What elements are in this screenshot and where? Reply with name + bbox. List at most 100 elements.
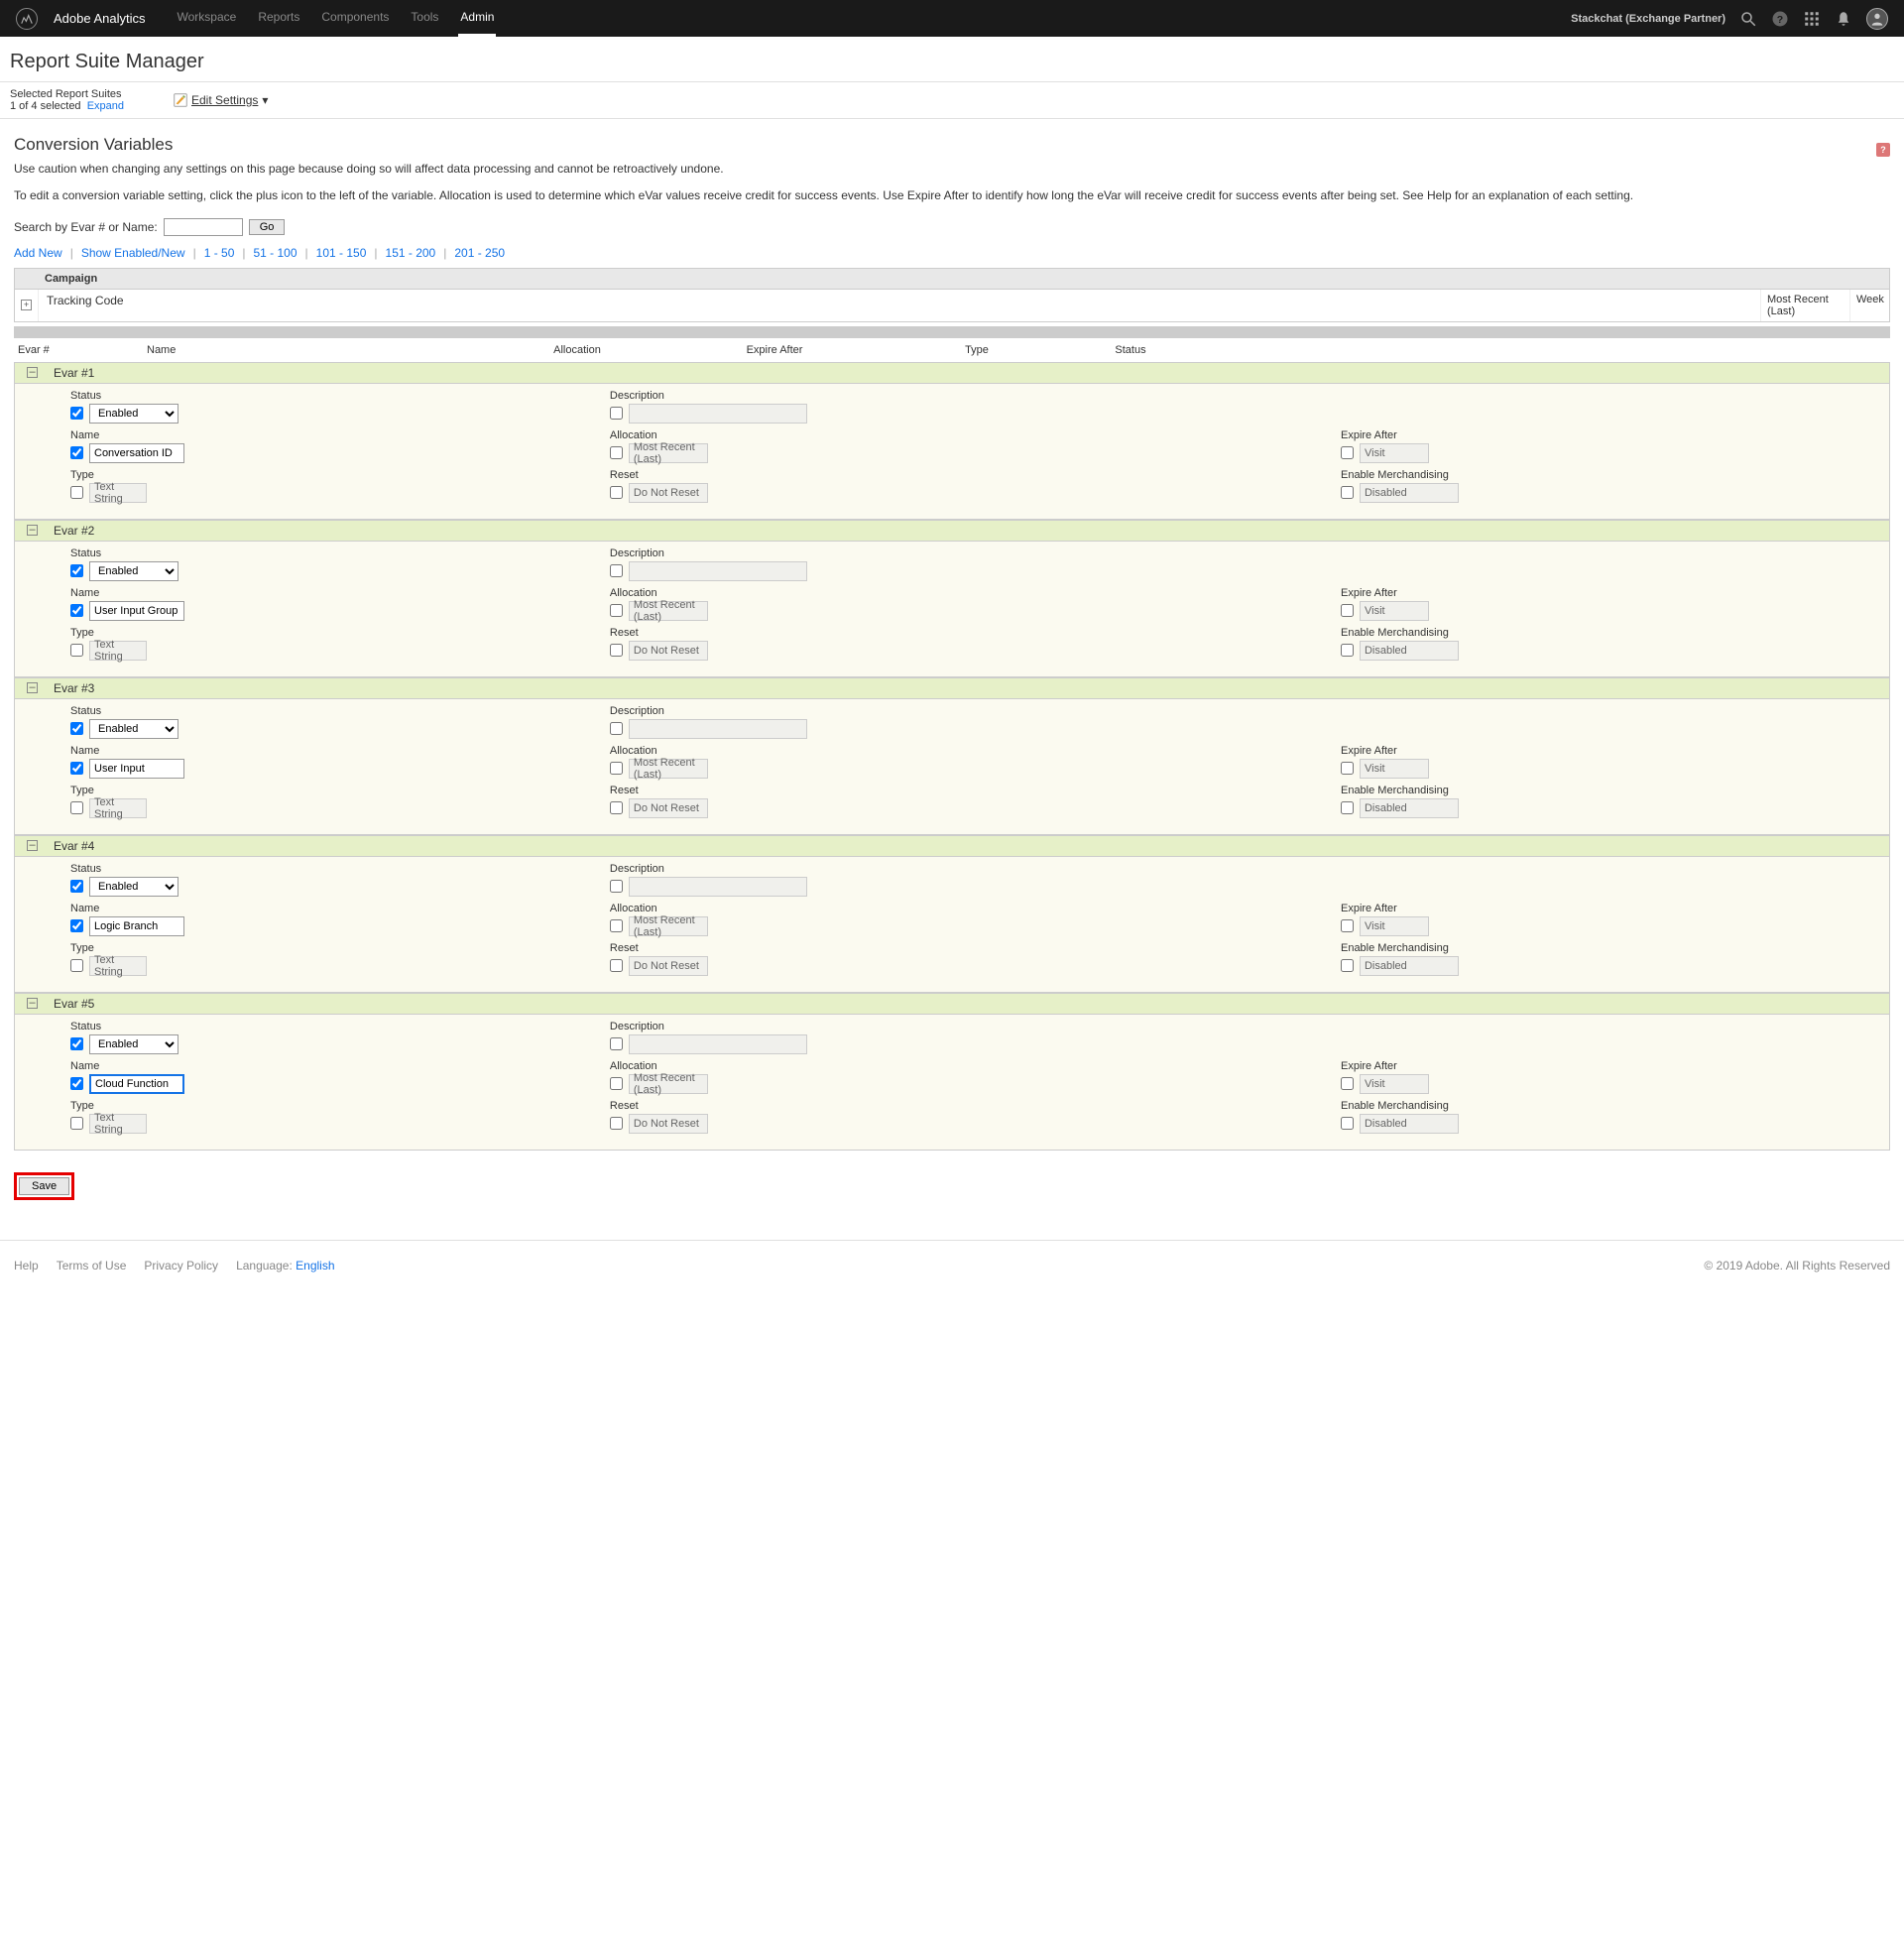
footer-terms[interactable]: Terms of Use: [57, 1259, 127, 1273]
expire-after-checkbox[interactable]: [1341, 762, 1354, 775]
expire-after-value: Visit: [1360, 759, 1429, 779]
type-checkbox[interactable]: [70, 486, 83, 499]
link-add-new[interactable]: Add New: [14, 246, 62, 260]
allocation-value: Most Recent (Last): [629, 1074, 708, 1094]
enable-merch-checkbox[interactable]: [1341, 801, 1354, 814]
type-checkbox[interactable]: [70, 801, 83, 814]
description-checkbox[interactable]: [610, 880, 623, 893]
help-icon[interactable]: ?: [1771, 10, 1789, 28]
status-select[interactable]: Enabled: [89, 719, 178, 739]
name-input[interactable]: [89, 916, 184, 936]
top-nav: Adobe Analytics Workspace Reports Compon…: [0, 0, 1904, 37]
col-allocation: Allocation: [478, 344, 676, 356]
nav-item-workspace[interactable]: Workspace: [176, 0, 239, 37]
type-checkbox[interactable]: [70, 959, 83, 972]
collapse-minus-icon[interactable]: –: [27, 367, 38, 378]
name-input[interactable]: [89, 759, 184, 779]
link-151-200[interactable]: 151 - 200: [386, 246, 436, 260]
user-avatar-icon[interactable]: [1866, 8, 1888, 30]
enable-merch-checkbox[interactable]: [1341, 1117, 1354, 1130]
name-checkbox[interactable]: [70, 604, 83, 617]
name-checkbox[interactable]: [70, 919, 83, 932]
enable-merch-checkbox[interactable]: [1341, 959, 1354, 972]
enable-merch-checkbox[interactable]: [1341, 486, 1354, 499]
chevron-down-icon: ▾: [262, 93, 268, 107]
allocation-checkbox[interactable]: [610, 762, 623, 775]
name-checkbox[interactable]: [70, 446, 83, 459]
edit-settings-dropdown[interactable]: Edit Settings ▾: [174, 93, 268, 107]
campaign-week-cell: Week: [1849, 290, 1889, 321]
apps-grid-icon[interactable]: [1803, 10, 1821, 28]
enable-merch-checkbox[interactable]: [1341, 644, 1354, 657]
collapse-minus-icon[interactable]: –: [27, 525, 38, 536]
allocation-checkbox[interactable]: [610, 604, 623, 617]
name-input[interactable]: [89, 601, 184, 621]
search-icon[interactable]: [1739, 10, 1757, 28]
type-checkbox[interactable]: [70, 644, 83, 657]
description-checkbox[interactable]: [610, 722, 623, 735]
go-button[interactable]: Go: [249, 219, 286, 235]
name-checkbox[interactable]: [70, 1077, 83, 1090]
type-checkbox[interactable]: [70, 1117, 83, 1130]
campaign-header: Campaign: [15, 269, 1889, 290]
status-checkbox[interactable]: [70, 880, 83, 893]
evar-col-mid: Description Allocation Most Recent (Last…: [596, 705, 1327, 824]
name-input[interactable]: [89, 1074, 184, 1094]
link-show-enabled[interactable]: Show Enabled/New: [81, 246, 185, 260]
nav-item-reports[interactable]: Reports: [256, 0, 301, 37]
name-input[interactable]: [89, 443, 184, 463]
evar-block: – Evar #4 Status Enabled Name: [14, 835, 1890, 993]
name-label: Name: [70, 1060, 582, 1072]
status-checkbox[interactable]: [70, 722, 83, 735]
expire-after-checkbox[interactable]: [1341, 446, 1354, 459]
footer-help[interactable]: Help: [14, 1259, 39, 1273]
nav-item-tools[interactable]: Tools: [409, 0, 440, 37]
nav-item-admin[interactable]: Admin: [458, 0, 496, 37]
reset-checkbox[interactable]: [610, 486, 623, 499]
help-small-icon[interactable]: ?: [1876, 143, 1890, 157]
footer-language-value[interactable]: English: [296, 1259, 334, 1273]
allocation-checkbox[interactable]: [610, 1077, 623, 1090]
search-input[interactable]: [164, 218, 243, 236]
status-select[interactable]: Enabled: [89, 404, 178, 424]
reset-checkbox[interactable]: [610, 644, 623, 657]
allocation-checkbox[interactable]: [610, 919, 623, 932]
expand-plus-icon[interactable]: +: [21, 300, 32, 310]
link-101-150[interactable]: 101 - 150: [316, 246, 367, 260]
save-button[interactable]: Save: [19, 1177, 69, 1195]
description-checkbox[interactable]: [610, 564, 623, 577]
status-select[interactable]: Enabled: [89, 877, 178, 897]
status-checkbox[interactable]: [70, 407, 83, 420]
reset-checkbox[interactable]: [610, 1117, 623, 1130]
expire-after-checkbox[interactable]: [1341, 1077, 1354, 1090]
description-value: [629, 719, 807, 739]
description-checkbox[interactable]: [610, 407, 623, 420]
section-title: Conversion Variables: [14, 135, 1890, 155]
nav-item-components[interactable]: Components: [319, 0, 391, 37]
name-checkbox[interactable]: [70, 762, 83, 775]
collapse-minus-icon[interactable]: –: [27, 682, 38, 693]
collapse-minus-icon[interactable]: –: [27, 840, 38, 851]
collapse-minus-icon[interactable]: –: [27, 998, 38, 1009]
notifications-bell-icon[interactable]: [1835, 10, 1852, 28]
status-select[interactable]: Enabled: [89, 1034, 178, 1054]
campaign-table: Campaign + Tracking Code Most Recent (La…: [14, 268, 1890, 322]
status-checkbox[interactable]: [70, 1037, 83, 1050]
expire-after-checkbox[interactable]: [1341, 604, 1354, 617]
company-label[interactable]: Stackchat (Exchange Partner): [1571, 13, 1726, 25]
allocation-checkbox[interactable]: [610, 446, 623, 459]
evar-block: – Evar #1 Status Enabled Name: [14, 362, 1890, 520]
expand-link[interactable]: Expand: [87, 100, 124, 112]
description-value: [629, 1034, 807, 1054]
footer-privacy[interactable]: Privacy Policy: [144, 1259, 218, 1273]
reset-checkbox[interactable]: [610, 959, 623, 972]
expire-after-checkbox[interactable]: [1341, 919, 1354, 932]
evar-col-right: Expire After Visit Enable Merchandising …: [1327, 390, 1889, 509]
status-checkbox[interactable]: [70, 564, 83, 577]
description-checkbox[interactable]: [610, 1037, 623, 1050]
status-select[interactable]: Enabled: [89, 561, 178, 581]
link-51-100[interactable]: 51 - 100: [254, 246, 298, 260]
link-201-250[interactable]: 201 - 250: [454, 246, 505, 260]
link-1-50[interactable]: 1 - 50: [204, 246, 235, 260]
reset-checkbox[interactable]: [610, 801, 623, 814]
